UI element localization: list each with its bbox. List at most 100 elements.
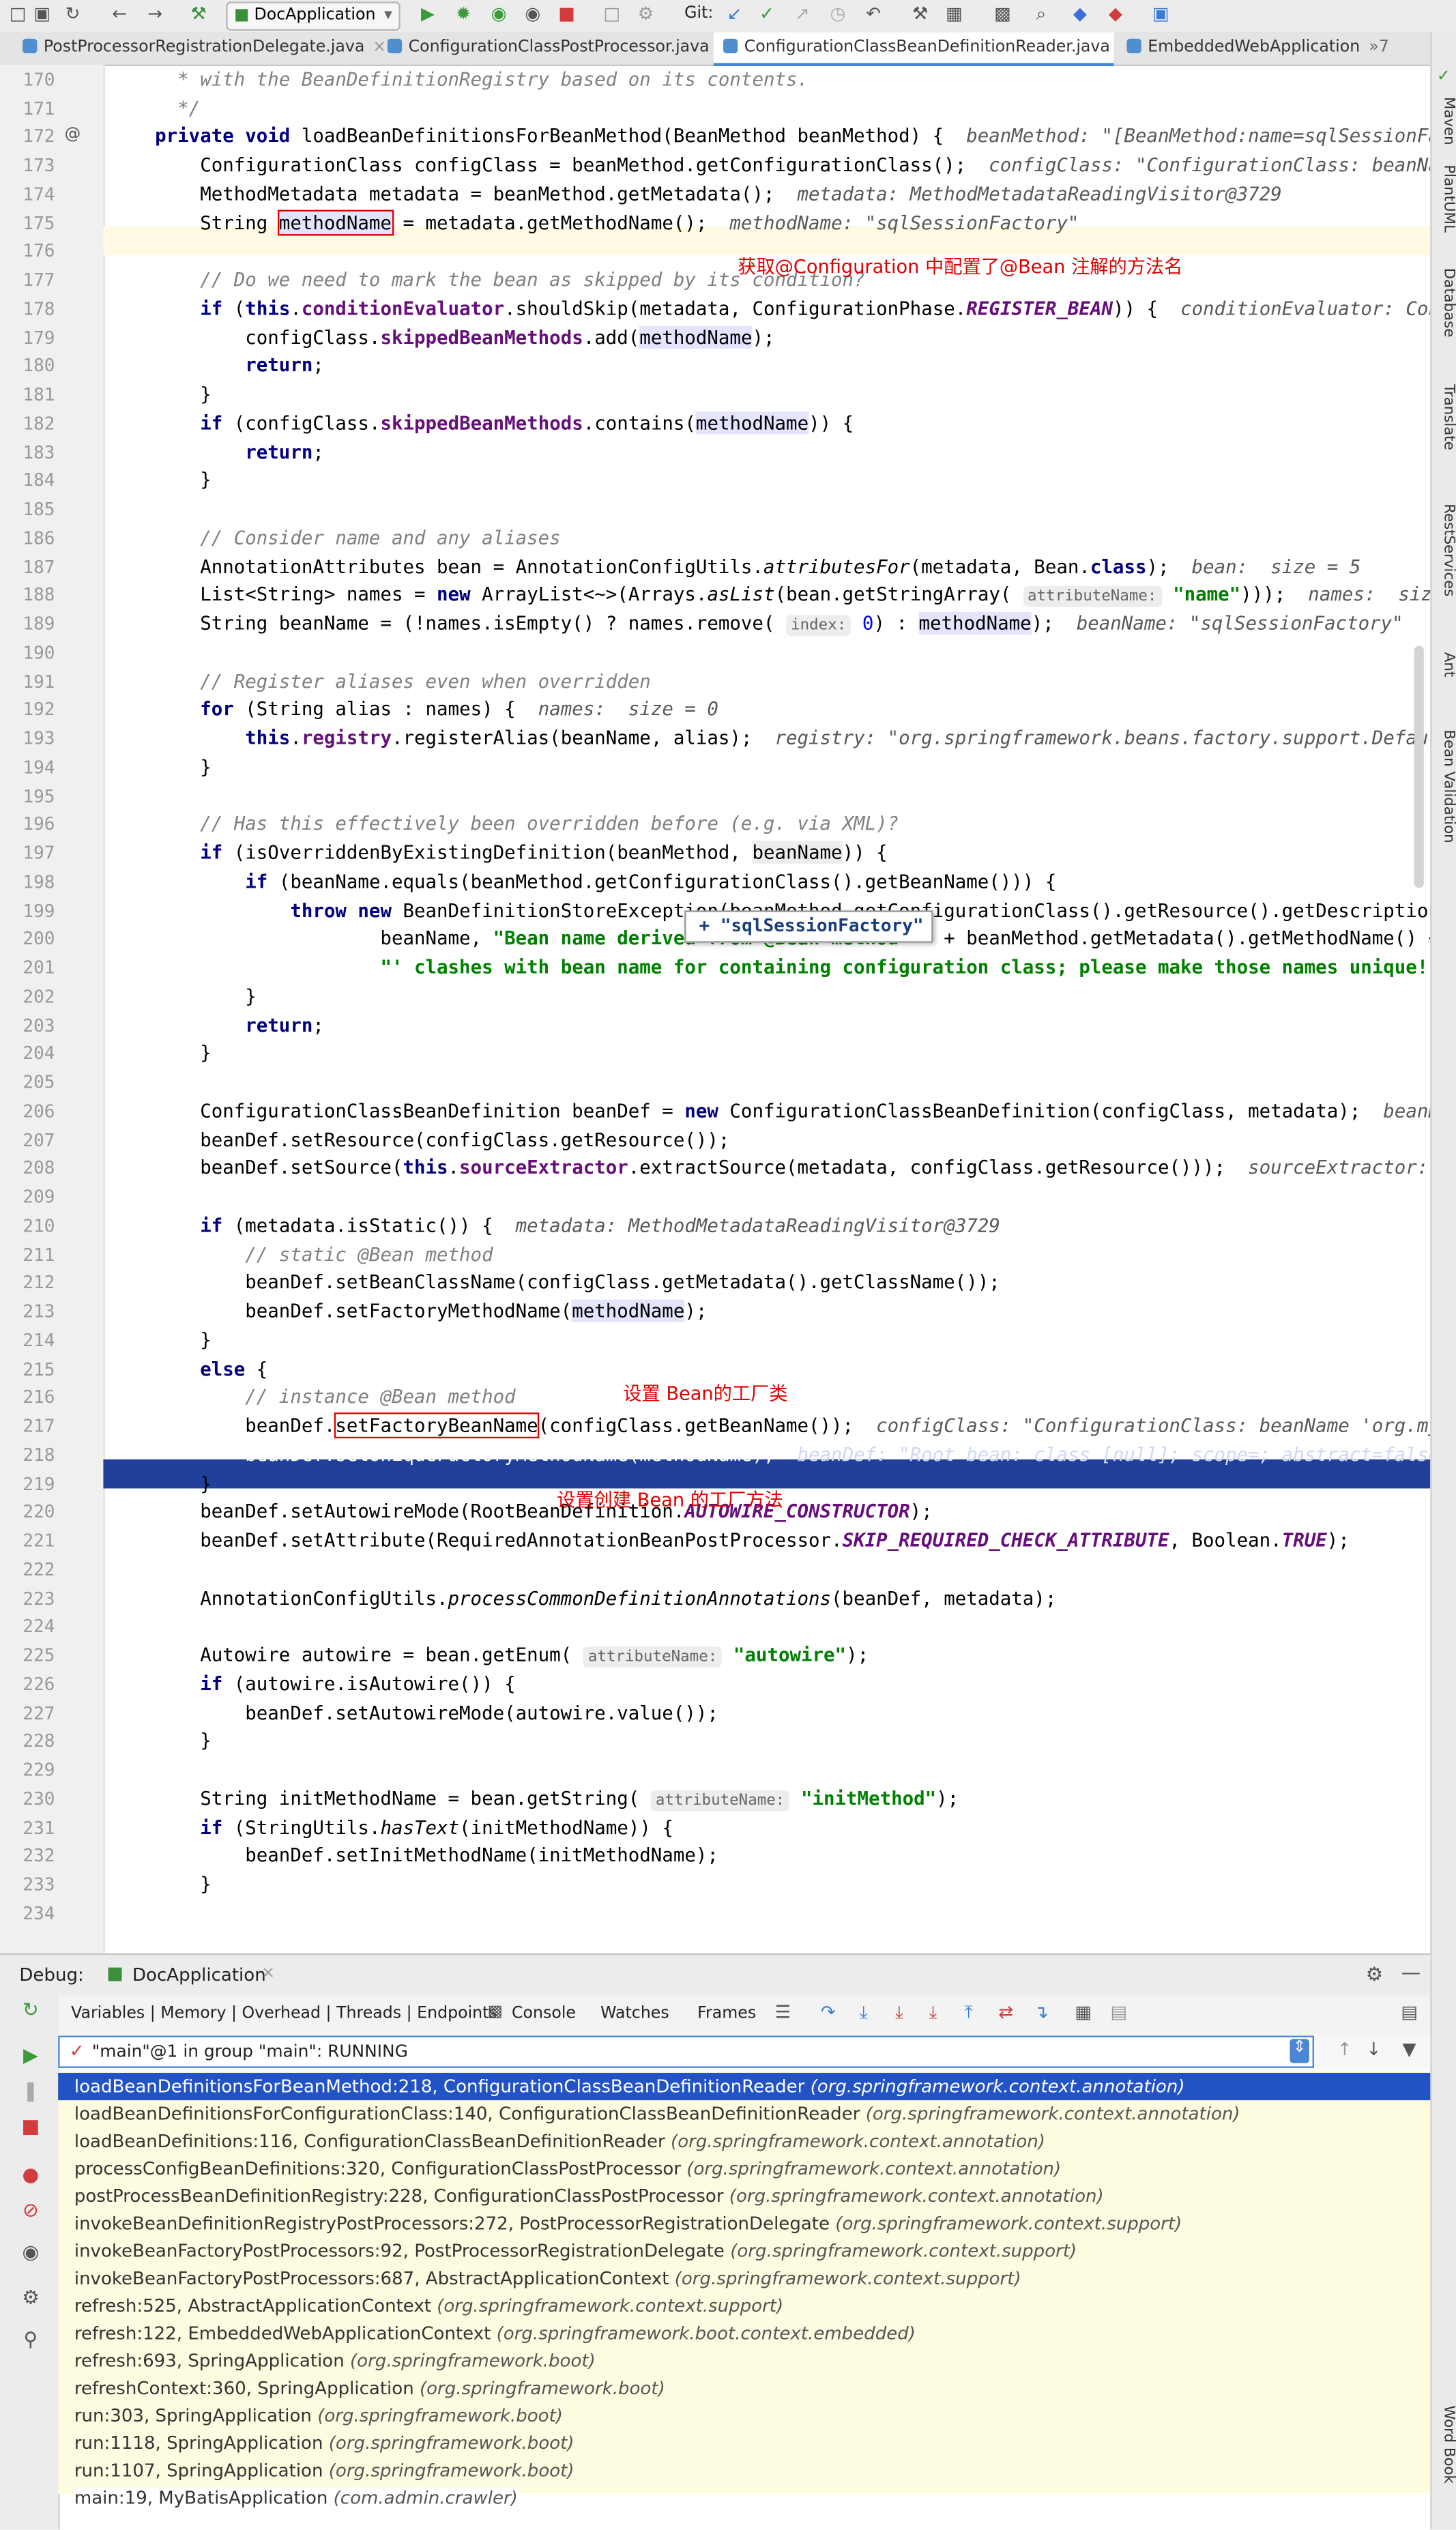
code-line[interactable]: AnnotationConfigUtils.processCommonDefin… xyxy=(155,1586,1056,1609)
plugin2-icon[interactable]: ◆ xyxy=(1104,3,1126,26)
trace-icon[interactable]: ▤ xyxy=(1107,2002,1130,2023)
code-line[interactable]: List<String> names = new ArrayList<~>(Ar… xyxy=(155,583,1430,608)
rerun-icon[interactable]: ↻ xyxy=(19,1998,42,2021)
code-line[interactable]: String beanName = (!names.isEmpty() ? na… xyxy=(155,611,1403,637)
code-line[interactable]: } xyxy=(155,469,212,491)
mute-breakpoints-icon[interactable]: ⊘ xyxy=(19,2198,42,2221)
tool-restservices[interactable]: RestServices xyxy=(1433,504,1456,596)
tool-database[interactable]: Database xyxy=(1433,268,1456,338)
list-icon[interactable]: ☰ xyxy=(772,2002,794,2023)
code-line[interactable]: } xyxy=(155,1472,212,1494)
tool-ant[interactable]: Ant xyxy=(1433,652,1456,677)
code-line[interactable]: beanDef.setInitMethodName(initMethodName… xyxy=(155,1844,718,1867)
pin-icon[interactable]: ⚲ xyxy=(19,2328,42,2351)
code-line[interactable]: AnnotationAttributes bean = AnnotationCo… xyxy=(155,555,1360,577)
code-line[interactable]: beanDef.setAttribute(RequiredAnnotationB… xyxy=(155,1529,1350,1552)
tab-beandefinitionreader[interactable]: ConfigurationClassBeanDefinitionReader.j… xyxy=(713,32,1114,67)
code-line[interactable]: else { xyxy=(155,1357,267,1380)
evaluate-icon[interactable]: ▦ xyxy=(1072,2002,1094,2023)
tool-plantuml[interactable]: PlantUML xyxy=(1433,164,1456,232)
code-line[interactable]: return; xyxy=(155,354,324,377)
code-line[interactable]: // Register aliases even when overridden xyxy=(155,669,651,692)
search-icon[interactable]: ⌕ xyxy=(1030,3,1053,26)
arrow-up-icon[interactable]: ↑ xyxy=(1333,2039,1356,2060)
code-line[interactable]: if (beanName.equals(beanMethod.getConfig… xyxy=(155,870,1056,892)
stop-icon[interactable]: ■ xyxy=(19,2114,42,2137)
debug-config-tab[interactable]: DocApplication xyxy=(132,1964,266,1986)
code-line[interactable]: } xyxy=(155,1042,212,1064)
code-line[interactable]: String initMethodName = bean.getString( … xyxy=(155,1787,959,1812)
code-line[interactable]: } xyxy=(155,985,257,1007)
tool-bean-validation[interactable]: Bean Validation xyxy=(1433,729,1456,843)
code-line[interactable]: if (StringUtils.hasText(initMethodName))… xyxy=(155,1816,673,1838)
code-line[interactable]: "' clashes with bean name for containing… xyxy=(155,956,1430,978)
code-line[interactable]: beanDef.setBeanClassName(configClass.get… xyxy=(155,1271,1000,1294)
drop-frame-icon[interactable]: ⇄ xyxy=(994,2002,1017,2023)
close-icon[interactable]: × xyxy=(261,1964,275,1982)
tool-word-book[interactable]: Word Book xyxy=(1433,2405,1456,2484)
pause-icon[interactable]: ❚ xyxy=(19,2079,42,2102)
code-line[interactable]: // Consider name and any aliases xyxy=(155,526,561,549)
code-line[interactable]: beanDef.setAutowireMode(autowire.value()… xyxy=(155,1701,718,1724)
code-line[interactable]: } xyxy=(155,383,212,405)
view-breakpoints-icon[interactable]: ● xyxy=(19,2163,42,2185)
tab-postprocessor[interactable]: PostProcessorRegistrationDelegate.java × xyxy=(13,32,394,63)
coverage-icon[interactable]: ◉ xyxy=(488,3,510,26)
code-line[interactable]: Autowire autowire = bean.getEnum( attrib… xyxy=(155,1644,869,1668)
attach-icon[interactable]: □ xyxy=(600,3,623,26)
git-commit-icon[interactable]: ✓ xyxy=(755,3,778,26)
stop-icon[interactable]: ■ xyxy=(555,3,578,26)
editor-scrollbar[interactable] xyxy=(1414,645,1424,888)
git-update-icon[interactable]: ↙ xyxy=(723,3,746,26)
tab-configpostprocessor[interactable]: ConfigurationClassPostProcessor.java× xyxy=(378,32,710,63)
camera-icon[interactable]: ◉ xyxy=(19,2241,42,2263)
structure-icon[interactable]: ▦ xyxy=(943,3,965,26)
tab-variables[interactable]: Variables | Memory | Overhead | Threads … xyxy=(71,2005,497,2023)
tab-embeddedweb[interactable]: EmbeddedWebApplicationC xyxy=(1117,32,1359,63)
layout-icon[interactable]: ▤ xyxy=(1398,2002,1421,2023)
code-line[interactable]: configClass.skippedBeanMethods.add(metho… xyxy=(155,325,775,348)
open-icon[interactable]: □ xyxy=(6,3,29,26)
minimize-icon[interactable]: — xyxy=(1401,1962,1421,1984)
code-line[interactable]: beanDef.setResource(configClass.getResou… xyxy=(155,1128,729,1150)
build-icon[interactable]: ⚒ xyxy=(187,3,209,26)
run-to-cursor-icon[interactable]: ↴ xyxy=(1030,2002,1053,2023)
terminal-icon[interactable]: ▩ xyxy=(991,3,1014,26)
code-line[interactable]: beanDef.setAutowireMode(RootBeanDefiniti… xyxy=(155,1500,933,1523)
back-icon[interactable]: ← xyxy=(108,3,131,26)
tab-overflow-button[interactable]: »7 xyxy=(1369,39,1389,57)
tab-frames[interactable]: Frames xyxy=(697,2005,756,2023)
code-line[interactable]: String methodName = metadata.getMethodNa… xyxy=(155,209,1079,235)
sync-icon[interactable]: ↻ xyxy=(61,3,84,26)
gear-icon[interactable]: ⚙ xyxy=(1366,1963,1383,1986)
debug-icon[interactable]: ✹ xyxy=(452,3,474,26)
code-line[interactable]: // instance @Bean method xyxy=(155,1386,515,1408)
code-line[interactable]: if (isOverriddenByExistingDefinition(bea… xyxy=(155,841,888,864)
code-line[interactable]: * with the BeanDefinitionRegistry based … xyxy=(155,68,809,90)
code-line[interactable]: private void loadBeanDefinitionsForBeanM… xyxy=(155,125,1430,147)
chevron-down-icon[interactable]: ⇕ xyxy=(1290,2039,1309,2063)
tab-watches[interactable]: Watches xyxy=(600,2005,669,2023)
filter-icon[interactable]: ▼ xyxy=(1398,2039,1421,2060)
thread-select[interactable]: ✓ "main"@1 in group "main": RUNNING ⇕ xyxy=(58,2035,1314,2068)
step-over-icon[interactable]: ⤓ xyxy=(852,2002,875,2024)
code-line[interactable]: if (this.conditionEvaluator.shouldSkip(m… xyxy=(155,297,1430,319)
save-icon[interactable]: ▣ xyxy=(31,3,53,26)
help-icon[interactable]: ▣ xyxy=(1150,3,1172,26)
show-execution-point-icon[interactable]: ↷ xyxy=(817,2002,839,2023)
code-line[interactable]: // Has this effectively been overridden … xyxy=(155,813,899,835)
code-line[interactable]: } xyxy=(155,1873,212,1895)
wrench-icon[interactable]: ⚒ xyxy=(909,3,931,26)
code-line[interactable]: // static @Bean method xyxy=(155,1242,493,1265)
forward-icon[interactable]: → xyxy=(144,3,166,26)
code-area[interactable]: 169 * Read the given {@link BeanMethod},… xyxy=(0,65,1430,1953)
code-line[interactable]: return; xyxy=(155,1013,324,1036)
git-push-icon[interactable]: ↗ xyxy=(791,3,813,26)
code-line[interactable]: for (String alias : names) { names: size… xyxy=(155,698,718,721)
code-line[interactable]: this.registry.registerAlias(beanName, al… xyxy=(155,727,1430,749)
code-line[interactable]: return; xyxy=(155,440,324,463)
plugin-icon[interactable]: ◆ xyxy=(1068,3,1091,26)
settings-icon[interactable]: ⚙ xyxy=(19,2286,42,2308)
code-line[interactable]: } xyxy=(155,755,212,778)
code-line[interactable]: ConfigurationClassBeanDefinition beanDef… xyxy=(155,1099,1430,1122)
